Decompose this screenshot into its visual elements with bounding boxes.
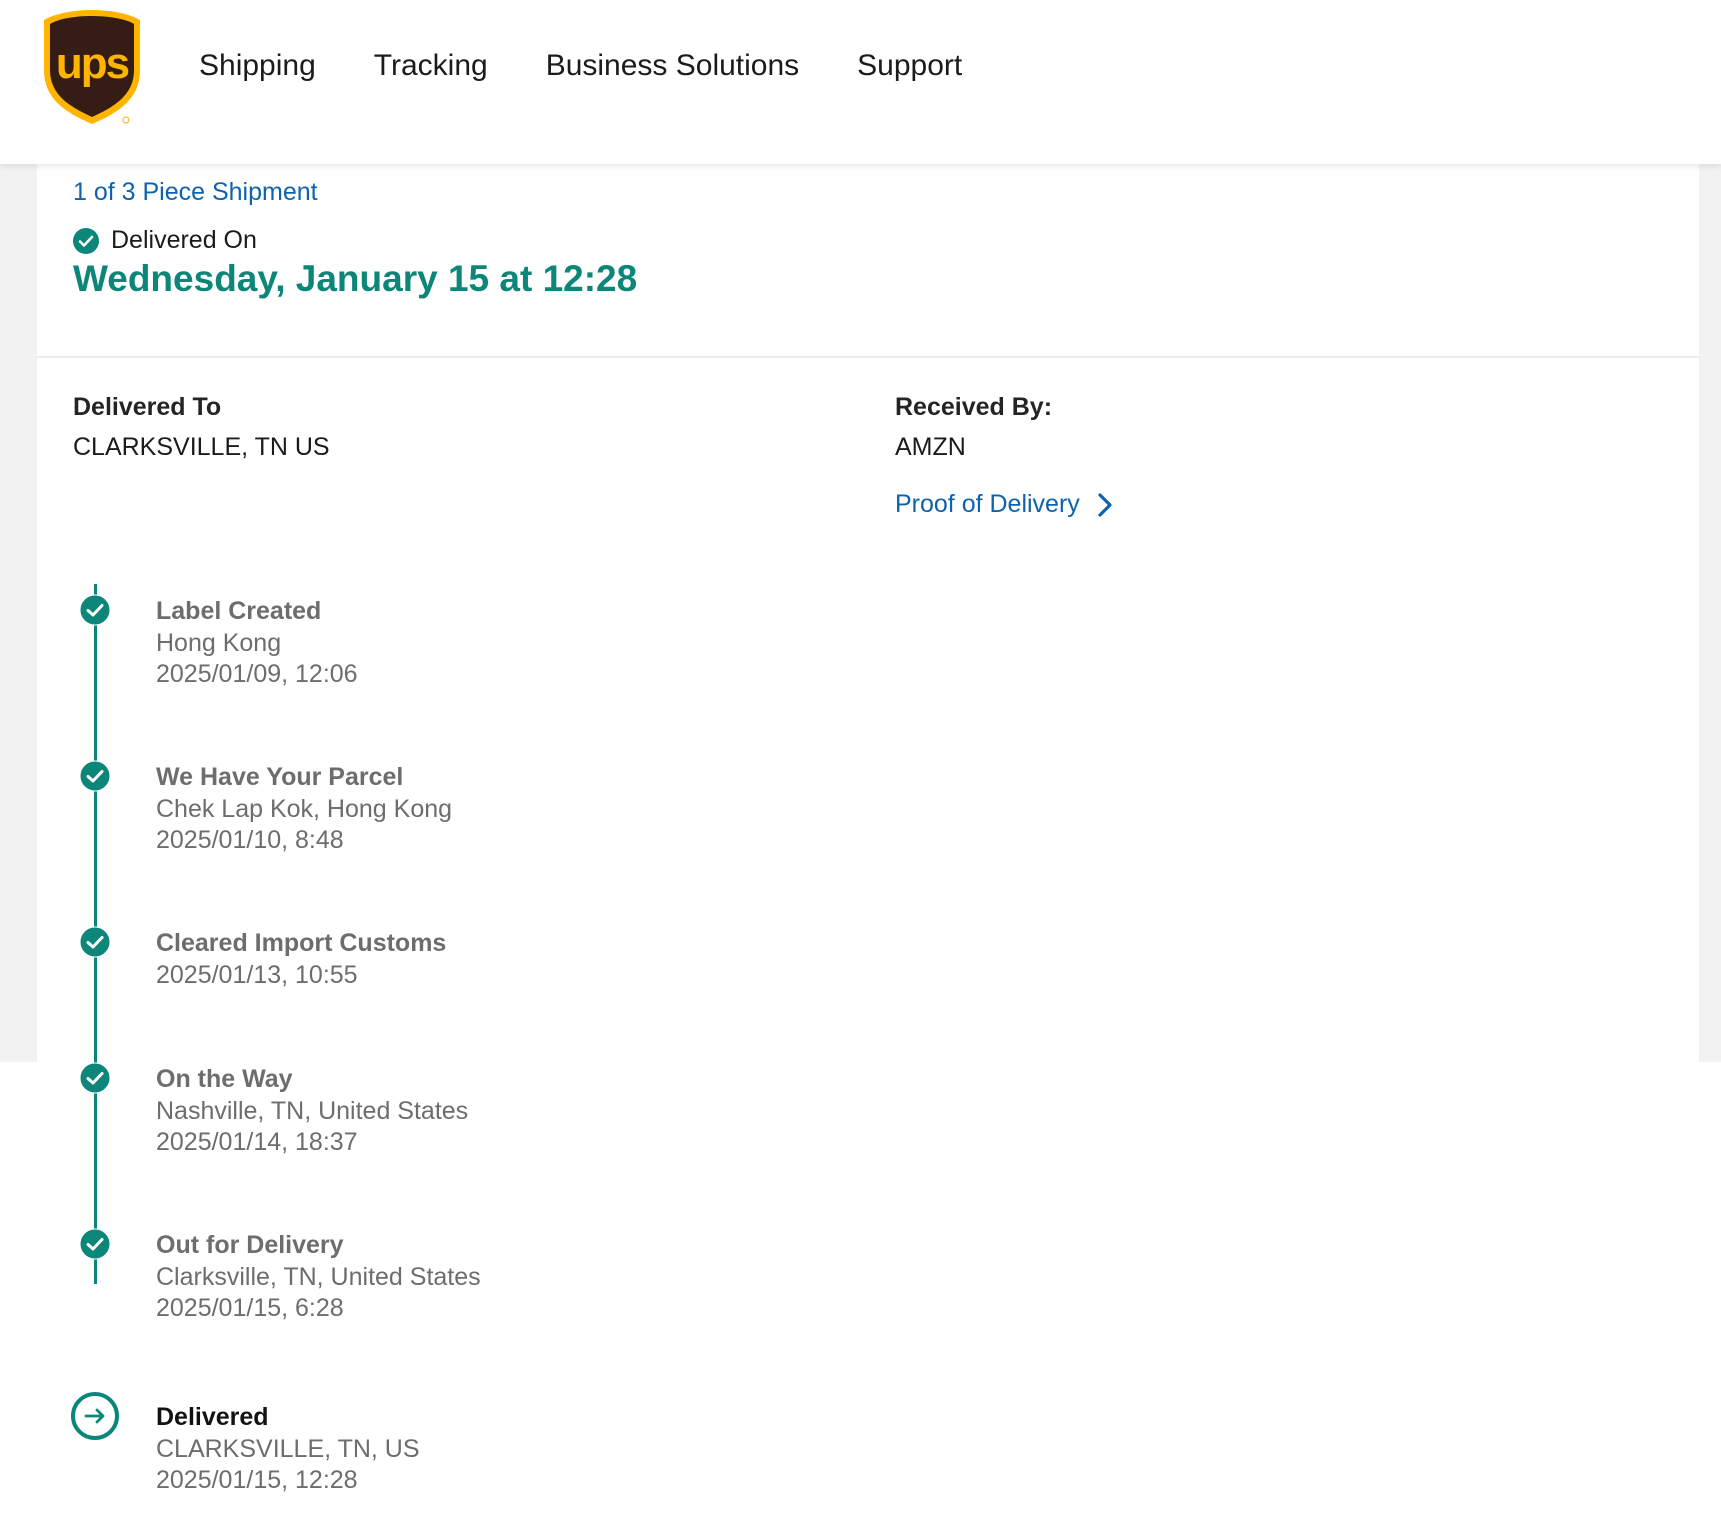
check-circle-icon <box>79 1062 111 1094</box>
tracking-page: ups Shipping Tracking Business Solutions… <box>0 0 1721 1520</box>
event-datetime: 2025/01/13, 10:55 <box>156 961 358 989</box>
event-datetime: 2025/01/15, 6:28 <box>156 1294 344 1322</box>
check-circle-icon <box>73 227 99 254</box>
nav-tracking[interactable]: Tracking <box>374 44 488 88</box>
section-divider <box>37 356 1699 358</box>
arrow-right-circle-icon <box>71 1392 119 1440</box>
event-title: Cleared Import Customs <box>156 929 447 957</box>
received-by-value: AMZN <box>895 433 966 461</box>
svg-text:ups: ups <box>56 39 129 88</box>
nav-shipping[interactable]: Shipping <box>199 44 316 88</box>
event-datetime: 2025/01/10, 8:48 <box>156 826 344 854</box>
main-nav: Shipping Tracking Business Solutions Sup… <box>199 44 1020 88</box>
event-location: Chek Lap Kok, Hong Kong <box>156 795 453 823</box>
nav-support[interactable]: Support <box>857 44 962 88</box>
received-by-label: Received By: <box>895 393 1053 421</box>
proof-of-delivery-link[interactable]: Proof of Delivery <box>895 490 1114 519</box>
event-datetime: 2025/01/14, 18:37 <box>156 1128 358 1156</box>
check-circle-icon <box>79 760 111 792</box>
proof-of-delivery-label: Proof of Delivery <box>895 490 1080 518</box>
delivery-status: Delivered On <box>73 226 257 255</box>
event-location: Hong Kong <box>156 629 282 657</box>
site-header: ups Shipping Tracking Business Solutions… <box>0 0 1721 164</box>
delivered-date: Wednesday, January 15 at 12:28 <box>73 258 638 299</box>
event-datetime: 2025/01/09, 12:06 <box>156 660 358 688</box>
check-circle-icon <box>79 594 111 626</box>
check-circle-icon <box>79 1228 111 1260</box>
event-title: Out for Delivery <box>156 1231 344 1259</box>
delivered-to-label: Delivered To <box>73 393 222 421</box>
event-title: On the Way <box>156 1065 293 1093</box>
event-location: Nashville, TN, United States <box>156 1097 469 1125</box>
event-title: Label Created <box>156 597 322 625</box>
shipment-card: 1 of 3 Piece Shipment Delivered On Wedne… <box>37 164 1699 1520</box>
check-circle-icon <box>79 926 111 958</box>
chevron-right-icon <box>1098 492 1112 517</box>
ups-logo[interactable]: ups <box>42 8 142 128</box>
event-title: We Have Your Parcel <box>156 763 404 791</box>
nav-business-solutions[interactable]: Business Solutions <box>546 44 799 88</box>
event-location: CLARKSVILLE, TN, US <box>156 1435 420 1463</box>
event-location: Clarksville, TN, United States <box>156 1263 481 1291</box>
status-label: Delivered On <box>111 226 257 254</box>
event-title: Delivered <box>156 1403 269 1431</box>
delivered-to-value: CLARKSVILLE, TN US <box>73 433 330 461</box>
event-datetime: 2025/01/15, 12:28 <box>156 1466 358 1494</box>
piece-shipment-link[interactable]: 1 of 3 Piece Shipment <box>73 178 318 207</box>
